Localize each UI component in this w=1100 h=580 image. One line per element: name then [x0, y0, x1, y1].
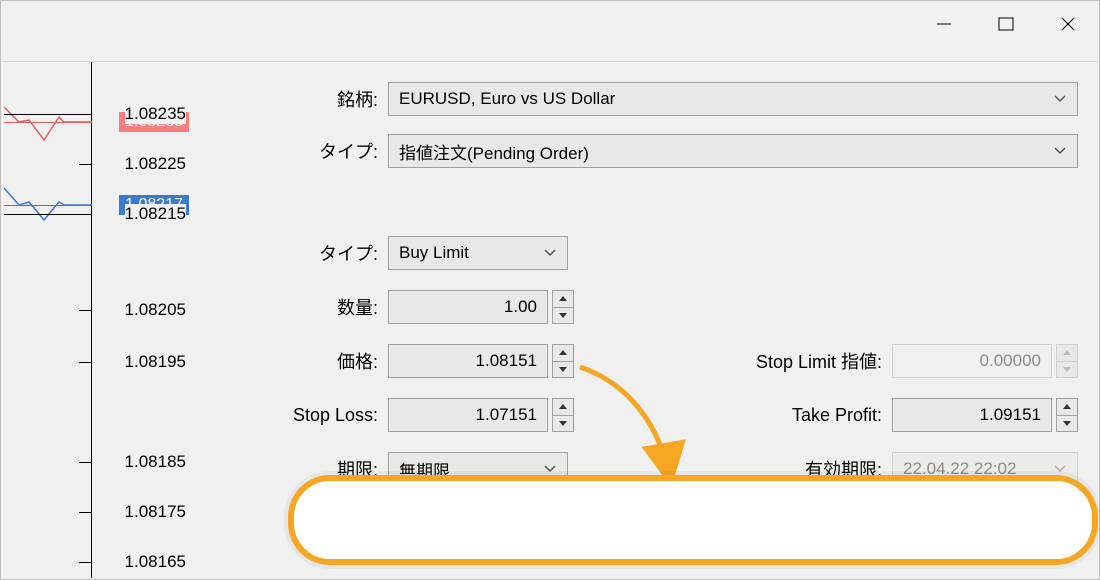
expiration-kind-select[interactable]: 無期限	[388, 452, 568, 486]
yaxis-tick-label: 1.08225	[125, 154, 186, 174]
tick-chart: 1.08233 1.08217 1.08235 1.08225 1.08215 …	[4, 62, 189, 578]
close-button[interactable]	[1037, 1, 1099, 46]
price-value[interactable]: 1.08151	[388, 344, 548, 378]
chevron-down-icon	[1049, 135, 1071, 167]
symbol-value: EURUSD, Euro vs US Dollar	[399, 89, 615, 109]
yaxis-tick-label: 1.08175	[125, 502, 186, 522]
chevron-down-icon	[539, 237, 561, 269]
price-label: 価格:	[188, 348, 388, 374]
stoplimit-input: 0.00000	[892, 344, 1078, 378]
stoplimit-step-down	[1056, 362, 1078, 379]
order-kind-value: 指値注文(Pending Order)	[399, 139, 589, 164]
stoploss-input[interactable]: 1.07151	[388, 398, 574, 432]
takeprofit-label: Take Profit:	[722, 405, 892, 426]
chevron-down-icon	[1049, 83, 1071, 115]
takeprofit-step-up[interactable]	[1056, 398, 1078, 416]
minimize-button[interactable]	[913, 1, 975, 46]
volume-input[interactable]: 1.00	[388, 290, 574, 324]
takeprofit-input[interactable]: 1.09151	[892, 398, 1078, 432]
expiration-kind-label: 期限:	[188, 456, 388, 482]
price-step-up[interactable]	[552, 344, 574, 362]
expiration-time-select: 22.04.22 22:02	[892, 452, 1078, 486]
volume-value[interactable]: 1.00	[388, 290, 548, 324]
volume-step-up[interactable]	[552, 290, 574, 308]
pending-type-select[interactable]: Buy Limit	[388, 236, 568, 270]
volume-step-down[interactable]	[552, 308, 574, 325]
yaxis-tick-label: 1.08235	[125, 104, 186, 124]
comment-input[interactable]	[388, 506, 1078, 540]
chevron-down-icon	[539, 453, 561, 485]
volume-label: 数量:	[188, 294, 388, 320]
symbol-label: 銘柄:	[188, 86, 388, 112]
yaxis-tick-label: 1.08215	[125, 204, 186, 224]
symbol-select[interactable]: EURUSD, Euro vs US Dollar	[388, 82, 1078, 116]
maximize-button[interactable]	[975, 1, 1037, 46]
yaxis-tick-label: 1.08165	[125, 552, 186, 572]
yaxis-tick-label: 1.08185	[125, 452, 186, 472]
stoplimit-step-up	[1056, 344, 1078, 362]
order-form: 銘柄: EURUSD, Euro vs US Dollar タイプ: 指値注文(…	[188, 62, 1098, 578]
order-kind-select[interactable]: 指値注文(Pending Order)	[388, 134, 1078, 168]
stoploss-label: Stop Loss:	[188, 405, 388, 426]
pending-type-value: Buy Limit	[399, 243, 469, 263]
stoplimit-label: Stop Limit 指値:	[722, 348, 892, 374]
stoplimit-value: 0.00000	[892, 344, 1052, 378]
takeprofit-step-down[interactable]	[1056, 416, 1078, 433]
comment-label: コメント:	[188, 510, 388, 536]
order-kind-label: タイプ:	[188, 138, 388, 164]
stoploss-step-down[interactable]	[552, 416, 574, 433]
window-titlebar	[1, 1, 1099, 61]
order-window: 1.08233 1.08217 1.08235 1.08225 1.08215 …	[0, 0, 1100, 580]
expiration-time-value: 22.04.22 22:02	[903, 459, 1016, 479]
yaxis-tick-label: 1.08195	[125, 352, 186, 372]
expiration-time-label: 有効期限:	[722, 456, 892, 482]
takeprofit-value[interactable]: 1.09151	[892, 398, 1052, 432]
chevron-down-icon	[1049, 453, 1071, 485]
price-input[interactable]: 1.08151	[388, 344, 574, 378]
expiration-kind-value: 無期限	[399, 457, 450, 482]
pending-type-label: タイプ:	[188, 240, 388, 266]
price-step-down[interactable]	[552, 362, 574, 379]
yaxis-tick-label: 1.08205	[125, 300, 186, 320]
stoploss-value[interactable]: 1.07151	[388, 398, 548, 432]
stoploss-step-up[interactable]	[552, 398, 574, 416]
